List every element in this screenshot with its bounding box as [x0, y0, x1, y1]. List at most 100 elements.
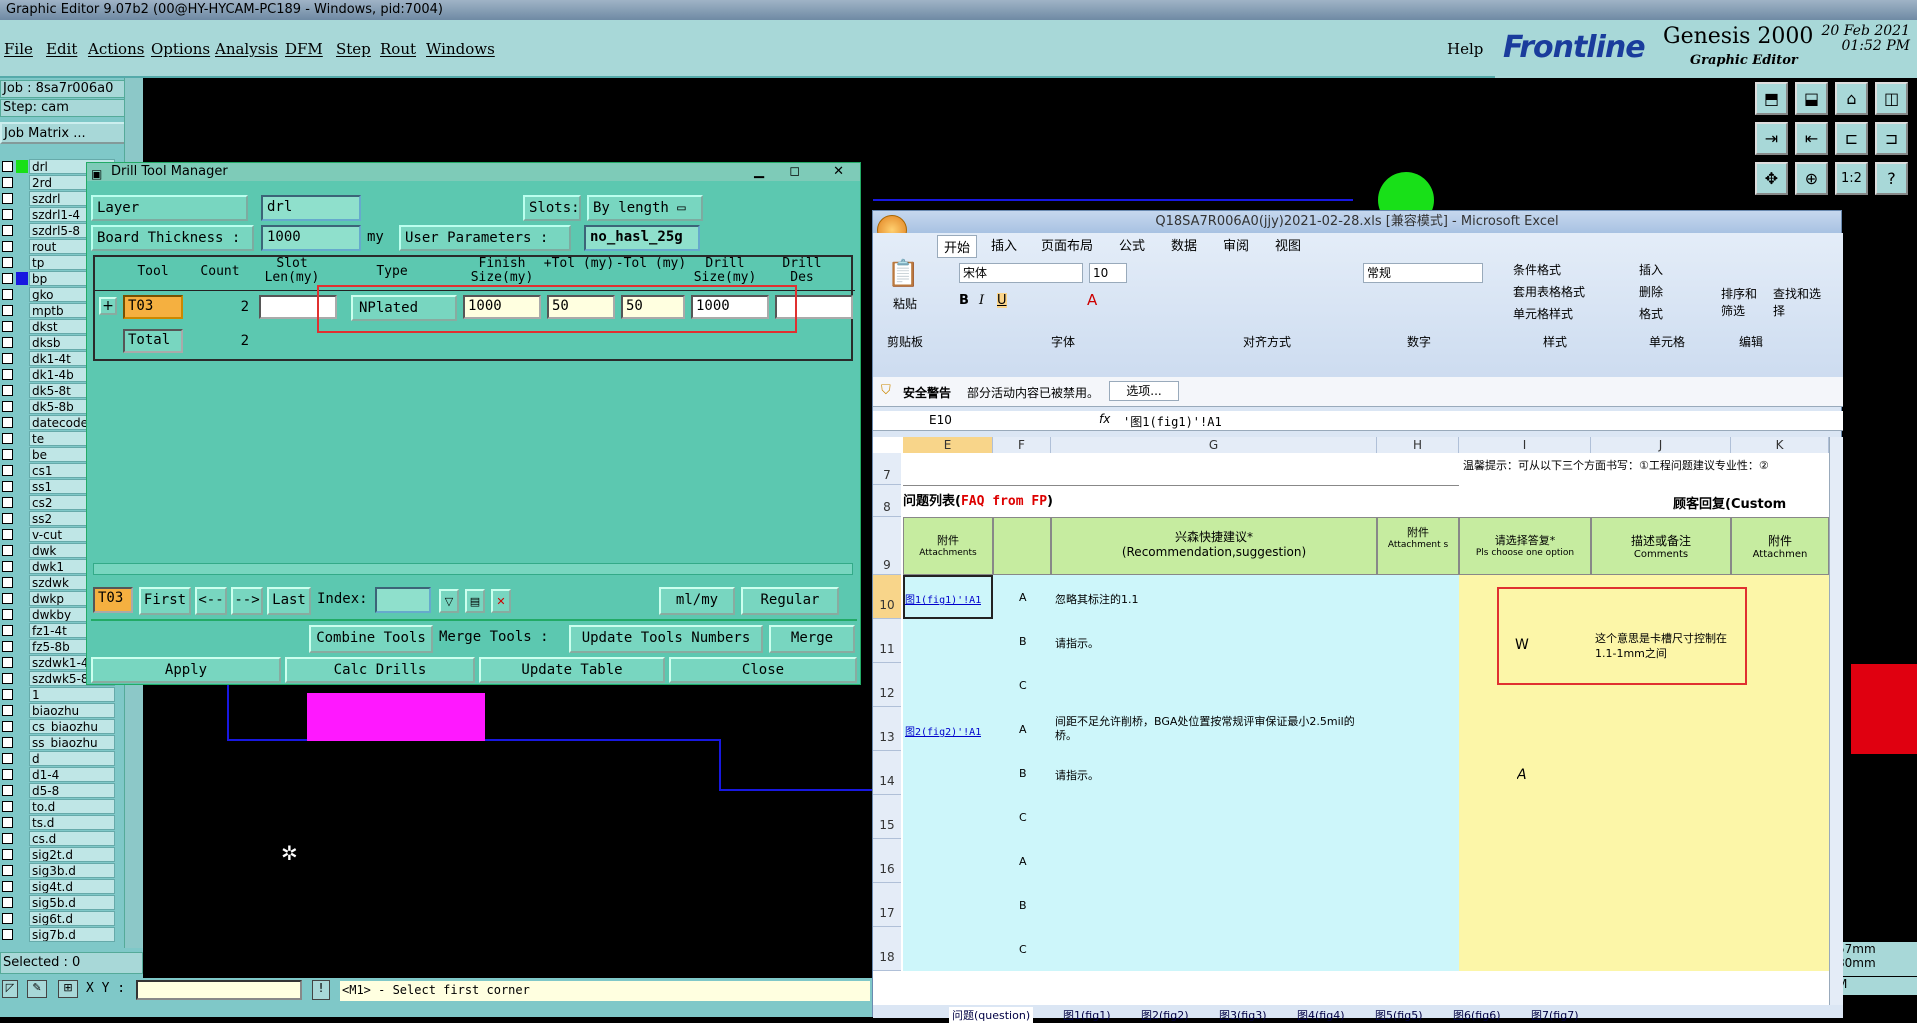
- layer-checkbox[interactable]: [2, 160, 13, 172]
- layer-checkbox[interactable]: [2, 656, 13, 668]
- fx-icon[interactable]: fx: [1099, 412, 1110, 426]
- sheet-tab-fig3[interactable]: 图3(fig3): [1219, 1007, 1267, 1023]
- layer-checkbox[interactable]: [2, 800, 13, 812]
- layer-checkbox[interactable]: [2, 400, 13, 412]
- tool-center-icon[interactable]: ⊕: [1795, 162, 1828, 195]
- index-edit-icon[interactable]: ▤: [465, 589, 485, 613]
- menu-options[interactable]: Options: [151, 40, 210, 58]
- layer-row[interactable]: d1-4: [0, 766, 115, 782]
- tool-save-icon[interactable]: ⬒: [1755, 82, 1788, 115]
- layer-row[interactable]: cs.d: [0, 830, 115, 846]
- layer-checkbox[interactable]: [2, 688, 13, 700]
- sheet-tab-fig5[interactable]: 图5(fig5): [1375, 1007, 1423, 1023]
- options-button[interactable]: 选项...: [1109, 381, 1179, 401]
- cell-style[interactable]: 单元格样式: [1513, 305, 1573, 322]
- tab-layout[interactable]: 页面布局: [1041, 235, 1093, 254]
- format-cells[interactable]: 格式: [1639, 305, 1663, 322]
- tab-view[interactable]: 视图: [1275, 235, 1301, 254]
- layer-row[interactable]: d: [0, 750, 115, 766]
- layer-checkbox[interactable]: [2, 320, 13, 332]
- layer-checkbox[interactable]: [2, 272, 13, 284]
- layer-checkbox[interactable]: [2, 288, 13, 300]
- last-button[interactable]: Last: [267, 587, 311, 615]
- layer-checkbox[interactable]: [2, 336, 13, 348]
- layer-row[interactable]: cs_biaozhu: [0, 718, 115, 734]
- sheet-tab-fig2[interactable]: 图2(fig2): [1141, 1007, 1189, 1023]
- layer-checkbox[interactable]: [2, 240, 13, 252]
- tab-insert[interactable]: 插入: [991, 235, 1017, 254]
- layer-checkbox[interactable]: [2, 864, 13, 876]
- layer-checkbox[interactable]: [2, 368, 13, 380]
- layer-checkbox[interactable]: [2, 576, 13, 588]
- sheet-tab-fig6[interactable]: 图6(fig6): [1453, 1007, 1501, 1023]
- conditional-format[interactable]: 条件格式: [1513, 261, 1561, 278]
- sheet-tab-fig7[interactable]: 图7(fig7): [1531, 1007, 1579, 1023]
- name-box[interactable]: E10: [929, 413, 952, 427]
- apply-button[interactable]: Apply: [91, 657, 281, 683]
- menu-edit[interactable]: Edit: [46, 40, 77, 58]
- layer-checkbox[interactable]: [2, 496, 13, 508]
- menu-windows[interactable]: Windows: [426, 40, 495, 58]
- minimize-icon[interactable]: ▁: [754, 163, 764, 181]
- layer-checkbox[interactable]: [2, 832, 13, 844]
- sheet-grid[interactable]: E F G H I J K 7 8 9 10 11 12 13 14 15 16…: [873, 437, 1829, 1005]
- xy-input[interactable]: [136, 980, 302, 1000]
- menu-file[interactable]: File: [4, 40, 33, 58]
- layer-checkbox[interactable]: [2, 304, 13, 316]
- layer-checkbox[interactable]: [2, 176, 13, 188]
- user-params-field[interactable]: no_hasl_25g: [584, 225, 700, 251]
- layer-checkbox[interactable]: [2, 528, 13, 540]
- underline-icon[interactable]: U: [997, 293, 1007, 308]
- layer-row[interactable]: sig3b.d: [0, 862, 115, 878]
- tool-fit-icon[interactable]: ✥: [1755, 162, 1788, 195]
- layer-checkbox[interactable]: [2, 432, 13, 444]
- layer-checkbox[interactable]: [2, 896, 13, 908]
- layer-checkbox[interactable]: [2, 464, 13, 476]
- layer-row[interactable]: 1: [0, 686, 115, 702]
- tool-load-icon[interactable]: ⬓: [1795, 82, 1828, 115]
- layer-checkbox[interactable]: [2, 880, 13, 892]
- layer-row[interactable]: ts.d: [0, 814, 115, 830]
- first-button[interactable]: First: [139, 587, 191, 615]
- tool-step-icon[interactable]: ⊐: [1875, 122, 1908, 155]
- layer-checkbox[interactable]: [2, 848, 13, 860]
- layer-checkbox[interactable]: [2, 768, 13, 780]
- layer-checkbox[interactable]: [2, 352, 13, 364]
- layer-checkbox[interactable]: [2, 384, 13, 396]
- layer-checkbox[interactable]: [2, 928, 13, 940]
- prev-button[interactable]: <--: [195, 587, 227, 615]
- layer-checkbox[interactable]: [2, 560, 13, 572]
- layer-row[interactable]: ss_biaozhu: [0, 734, 115, 750]
- italic-icon[interactable]: I: [979, 293, 984, 308]
- insert-cells[interactable]: 插入: [1639, 261, 1663, 278]
- layer-checkbox[interactable]: [2, 720, 13, 732]
- tool-home-icon[interactable]: ⌂: [1835, 82, 1868, 115]
- layer-checkbox[interactable]: [2, 784, 13, 796]
- menu-analysis[interactable]: Analysis: [215, 40, 278, 58]
- layer-checkbox[interactable]: [2, 544, 13, 556]
- layer-checkbox[interactable]: [2, 416, 13, 428]
- tab-formulas[interactable]: 公式: [1119, 235, 1145, 254]
- menu-actions[interactable]: Actions: [88, 40, 144, 58]
- layer-checkbox[interactable]: [2, 704, 13, 716]
- thickness-field[interactable]: 1000: [261, 225, 361, 251]
- layer-row[interactable]: sig7b.d: [0, 926, 115, 942]
- layer-checkbox[interactable]: [2, 912, 13, 924]
- sort-filter[interactable]: 排序和筛选: [1721, 285, 1767, 319]
- font-color-icon[interactable]: A: [1087, 291, 1097, 309]
- layer-checkbox[interactable]: [2, 592, 13, 604]
- tool-layout-icon[interactable]: ◫: [1875, 82, 1908, 115]
- layer-field[interactable]: drl: [261, 195, 361, 221]
- sheet-tab-fig4[interactable]: 图4(fig4): [1297, 1007, 1345, 1023]
- units-dropdown[interactable]: ml/my: [659, 587, 735, 615]
- tab-home[interactable]: 开始: [937, 235, 978, 258]
- layer-checkbox[interactable]: [2, 640, 13, 652]
- status-draw-icon[interactable]: ✎: [27, 980, 47, 998]
- slots-dropdown[interactable]: By length ▭: [587, 195, 703, 221]
- status-grid-icon[interactable]: ⊞: [58, 980, 78, 998]
- paste-icon[interactable]: 📋: [887, 259, 919, 289]
- layer-row[interactable]: to.d: [0, 798, 115, 814]
- tool-help-icon[interactable]: ?: [1875, 162, 1908, 195]
- layer-checkbox[interactable]: [2, 208, 13, 220]
- link-fig1[interactable]: 图1(fig1)'!A1: [905, 591, 981, 606]
